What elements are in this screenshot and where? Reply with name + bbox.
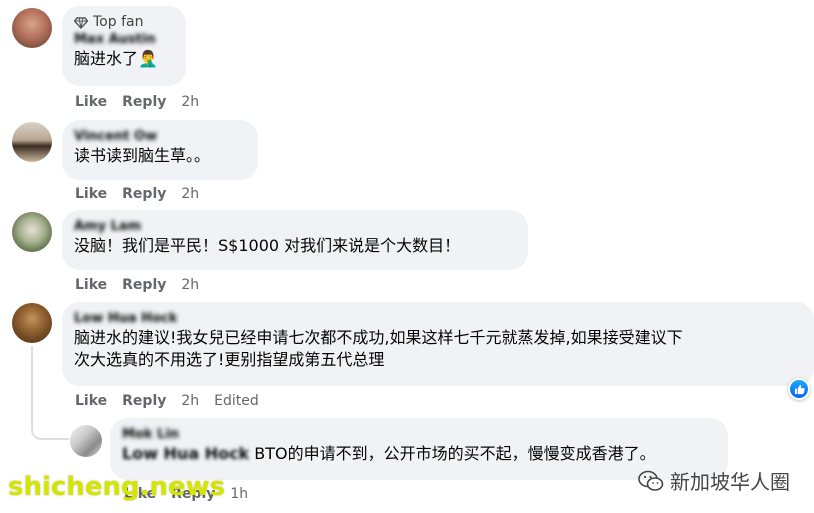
comment-author[interactable]: Vincent Ow [74,128,246,145]
comment-bubble: Vincent Ow 读书读到脑生草。。 [62,120,258,180]
comment-text: 没脑！我们是平民！S$1000 对我们来说是个大数目！ [74,236,461,255]
comment-bubble: Low Hua Hock 脑进水的建议!我女兒已经申请七次都不成功,如果这样七千… [62,302,814,386]
timestamp[interactable]: 1h [230,486,248,502]
like-button[interactable]: Like [75,94,107,110]
comment-actions: Like Reply 2h [75,186,199,202]
like-button[interactable]: Like [75,393,107,409]
timestamp[interactable]: 2h [181,277,199,293]
reply-bubble: Mok Lin Low Hua Hock BTO的申请不到，公开市场的买不起，慢… [110,418,728,480]
like-button[interactable]: Like [75,186,107,202]
watermark-shicheng: shicheng.news [8,472,226,502]
comment-bubble: Top fan Max Austin 脑进水了🤦‍♂️ [62,6,186,86]
comment-author[interactable]: Amy Lam [74,218,516,235]
comment-text: 读书读到脑生草。。 [74,146,211,165]
thumbs-up-icon [794,384,805,394]
wechat-label: 新加坡华人圈 [670,470,790,494]
avatar[interactable] [12,122,52,162]
top-fan-label: Top fan [93,14,144,30]
avatar[interactable] [12,212,52,252]
reply-button[interactable]: Reply [122,393,166,409]
comment-text: 脑进水了🤦‍♂️ [74,49,158,68]
reaction-badge[interactable] [788,378,810,400]
comment-actions: Like Reply 2h [75,277,199,293]
wechat-watermark: 新加坡华人圈 [638,466,790,495]
comment-text: Low Hua Hock BTO的申请不到，公开市场的买不起，慢慢变成香港了。 [122,443,716,465]
mention-link[interactable]: Low Hua Hock [122,444,249,463]
timestamp[interactable]: 2h [181,94,199,110]
avatar[interactable] [12,8,52,48]
timestamp[interactable]: 2h [181,186,199,202]
reply-thread-line [31,346,69,440]
comment-text-line: 次大选真的不用选了!更别指望成第五代总理 [74,350,385,369]
edited-label: Edited [214,393,259,409]
comment-author[interactable]: Mok Lin [122,426,716,443]
reply-button[interactable]: Reply [122,277,166,293]
reply-button[interactable]: Reply [122,186,166,202]
avatar[interactable] [12,303,52,343]
wechat-icon [638,470,664,491]
comment-text-line: 脑进水的建议!我女兒已经申请七次都不成功,如果这样七千元就蒸发掉,如果接受建议下 [74,328,683,347]
comment-author[interactable]: Max Austin [74,31,174,48]
top-fan-badge: Top fan [74,14,174,31]
timestamp[interactable]: 2h [181,393,199,409]
comment-bubble: Amy Lam 没脑！我们是平民！S$1000 对我们来说是个大数目！ [62,210,528,270]
comment-actions: Like Reply 2h [75,94,199,110]
avatar[interactable] [70,425,102,457]
comment-author[interactable]: Low Hua Hock [74,310,802,327]
diamond-icon [74,16,88,29]
comment-actions: Like Reply 2h Edited [75,393,259,409]
reply-text: BTO的申请不到，公开市场的买不起，慢慢变成香港了。 [249,444,656,463]
like-button[interactable]: Like [75,277,107,293]
reply-button[interactable]: Reply [122,94,166,110]
